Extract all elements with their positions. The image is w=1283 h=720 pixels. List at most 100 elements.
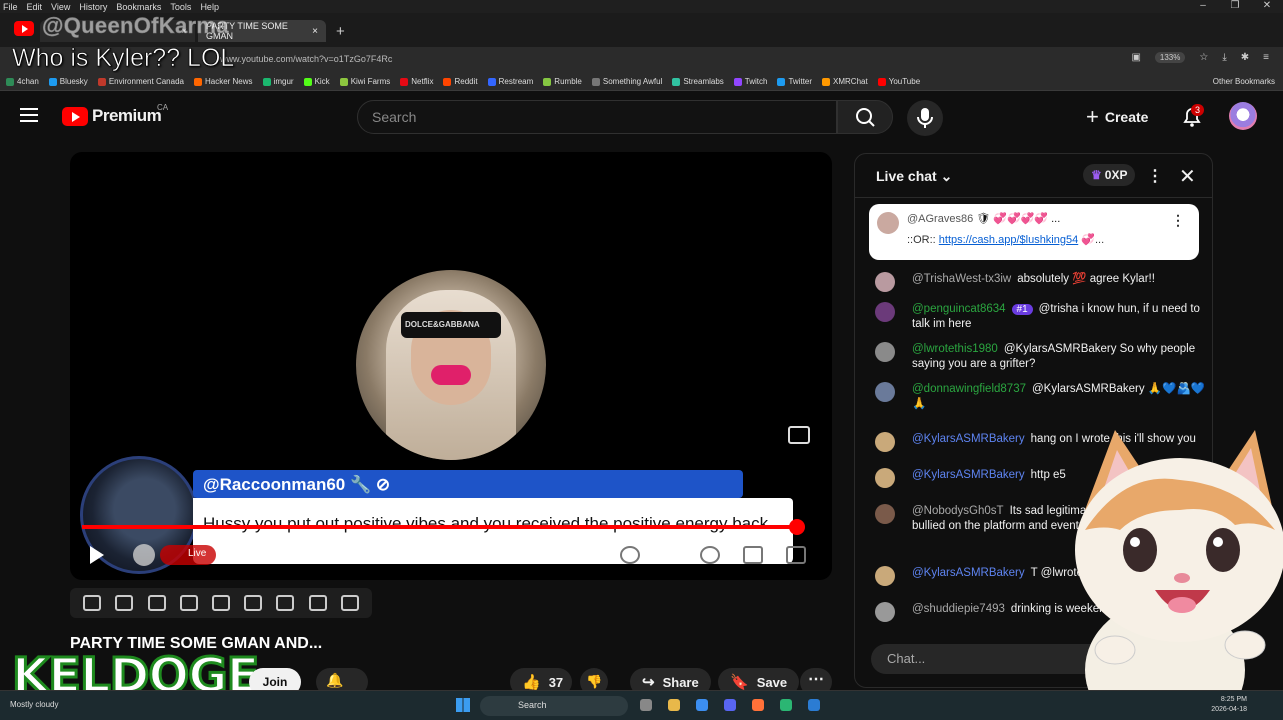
bookmark-favicon-icon <box>822 77 831 86</box>
bookmark-item[interactable]: Kiwi Farms <box>339 77 390 86</box>
bookmark-item[interactable]: Hacker News <box>193 77 253 86</box>
bookmark-item[interactable]: Environment Canada <box>97 77 184 86</box>
maximize-icon[interactable]: ❐ <box>1219 0 1251 11</box>
chat-author[interactable]: @penguincat8634 <box>912 303 1006 315</box>
chat-author[interactable]: @NobodysGh0sT <box>912 505 1004 517</box>
firefox-icon[interactable] <box>752 699 764 711</box>
speed-icon[interactable] <box>244 595 263 611</box>
taskbar-search[interactable]: Search <box>480 696 628 716</box>
chat-options-icon[interactable]: ⋮ <box>1147 166 1163 186</box>
broadcast-icon[interactable] <box>115 595 134 611</box>
visibility-icon[interactable] <box>147 595 166 611</box>
menu-help[interactable]: Help <box>197 2 225 12</box>
theater-mode-icon[interactable] <box>743 546 763 564</box>
bookmark-item[interactable]: Streamlabs <box>672 77 724 86</box>
discord-icon[interactable] <box>724 699 736 711</box>
youtube-premium-logo[interactable]: Premium CA <box>62 103 168 126</box>
zoom-level[interactable]: 133% <box>1154 52 1186 63</box>
menu-edit[interactable]: Edit <box>24 2 49 12</box>
bookmark-item[interactable]: Bluesky <box>48 77 88 86</box>
create-button[interactable]: + Create <box>1086 104 1148 130</box>
menu-bookmarks[interactable]: Bookmarks <box>113 2 167 12</box>
voice-search-button[interactable] <box>907 100 943 136</box>
pinned-link[interactable]: https://cash.app/$lushking54 <box>939 234 1078 246</box>
bookmark-item[interactable]: Rumble <box>543 77 582 86</box>
chat-author[interactable]: @TrishaWest-tx3iw <box>912 273 1011 285</box>
address-field[interactable]: www.youtube.com/watch?v=o1TzGo7F4Rc <box>220 54 392 64</box>
bookmark-item[interactable]: XMRChat <box>822 77 868 86</box>
screenshot-icon[interactable]: ▣ <box>1131 52 1140 63</box>
close-tab-icon[interactable]: × <box>312 26 318 37</box>
fullscreen-icon[interactable] <box>786 546 806 564</box>
word-icon[interactable] <box>808 699 820 711</box>
weather-widget[interactable]: Mostly cloudy <box>10 700 58 709</box>
miniplayer-icon[interactable] <box>211 595 230 611</box>
vtuber-cat-overlay <box>1075 430 1283 720</box>
chat-message[interactable]: @lwrotethis1980 @KylarsASMRBakery So why … <box>867 342 1207 372</box>
loop-icon[interactable] <box>83 595 102 611</box>
windows-start-icon[interactable] <box>456 698 470 712</box>
xp-badge[interactable]: ♛ 0XP <box>1083 164 1136 186</box>
bookmark-item[interactable]: YouTube <box>877 77 920 86</box>
pinned-options-icon[interactable]: ⋮ <box>1171 212 1185 229</box>
menu-tools[interactable]: Tools <box>167 2 197 12</box>
bookmark-item[interactable]: 4chan <box>6 77 39 86</box>
task-view-icon[interactable] <box>640 699 652 711</box>
extension-icon[interactable]: ✱ <box>1241 52 1249 63</box>
search-button[interactable] <box>837 100 893 134</box>
close-window-icon[interactable]: ✕ <box>1251 0 1283 11</box>
system-clock[interactable]: 8:25 PM 2026-04-18 <box>1211 695 1247 715</box>
chat-message[interactable]: @penguincat8634 #1 @trisha i know hun, if … <box>867 302 1207 332</box>
bookmark-label: 4chan <box>17 77 39 86</box>
chat-author[interactable]: @KylarsASMRBakery <box>912 433 1025 445</box>
avatar <box>875 468 895 488</box>
scrubber-handle[interactable] <box>788 519 805 535</box>
camera-icon[interactable] <box>308 595 327 611</box>
picture-in-picture-icon[interactable] <box>788 426 810 444</box>
chat-author[interactable]: @shuddiepie7493 <box>912 603 1005 615</box>
bookmark-item[interactable]: Reddit <box>443 77 478 86</box>
volume-icon[interactable] <box>133 544 155 566</box>
chat-message[interactable]: @TrishaWest-tx3iw absolutely 💯 agree Kyla… <box>867 272 1207 292</box>
file-explorer-icon[interactable] <box>668 699 680 711</box>
menu-view[interactable]: View <box>48 2 76 12</box>
account-avatar[interactable] <box>1229 102 1257 130</box>
live-badge[interactable]: Live <box>160 545 216 565</box>
bookmark-label: Bluesky <box>59 77 88 86</box>
live-chat-dropdown[interactable]: Live chat ⌄ <box>876 168 952 185</box>
bookmark-item[interactable]: Kick <box>303 77 330 86</box>
bookmark-item[interactable]: imgur <box>262 77 294 86</box>
bookmark-item[interactable]: Twitter <box>777 77 812 86</box>
chat-author[interactable]: @donnawingfield8737 <box>912 383 1026 395</box>
new-tab-icon[interactable]: + <box>336 23 345 40</box>
menu-history[interactable]: History <box>76 2 113 12</box>
star-icon[interactable]: ☆ <box>1199 52 1208 63</box>
minimize-icon[interactable]: – <box>1187 0 1219 11</box>
live-progress-bar[interactable] <box>82 525 797 529</box>
bookmark-item[interactable]: Netflix <box>400 77 433 86</box>
add-clip-icon[interactable] <box>276 595 295 611</box>
settings-gear-icon[interactable] <box>700 546 720 564</box>
chat-author[interactable]: @KylarsASMRBakery <box>912 469 1025 481</box>
app-icon[interactable] <box>780 699 792 711</box>
gear-icon[interactable] <box>340 595 359 611</box>
chat-author[interactable]: @lwrotethis1980 <box>912 343 998 355</box>
menu-icon[interactable]: ≡ <box>1263 52 1269 63</box>
bookmark-item[interactable]: Twitch <box>733 77 767 86</box>
chat-author[interactable]: @KylarsASMRBakery <box>912 567 1025 579</box>
search-input[interactable]: Search <box>357 100 837 134</box>
play-icon[interactable] <box>90 546 104 564</box>
chat-message[interactable]: @donnawingfield8737 @KylarsASMRBakery 🙏💙🫂… <box>867 382 1207 412</box>
player-extension-toolbar <box>70 588 372 618</box>
hamburger-menu-icon[interactable] <box>20 108 38 122</box>
clapperboard-icon[interactable] <box>179 595 198 611</box>
menu-file[interactable]: File <box>0 2 24 12</box>
pinned-message[interactable]: @AGraves86 🛡 💞💞💞💞 ... ::OR:: https://cas… <box>869 204 1199 260</box>
download-icon[interactable]: ⤓ <box>1222 52 1226 63</box>
other-bookmarks[interactable]: Other Bookmarks <box>1213 77 1275 86</box>
autoplay-toggle-icon[interactable] <box>620 546 640 564</box>
bookmark-item[interactable]: Restream <box>487 77 533 86</box>
close-chat-icon[interactable]: ✕ <box>1179 164 1196 189</box>
chrome-icon[interactable] <box>696 699 708 711</box>
bookmark-item[interactable]: Something Awful <box>591 77 662 86</box>
